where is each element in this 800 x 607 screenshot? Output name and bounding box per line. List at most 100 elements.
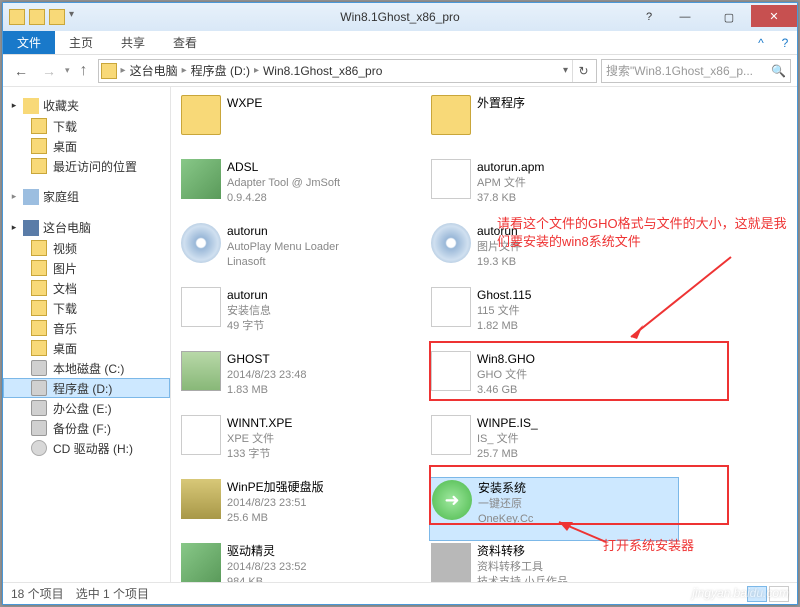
tab-view[interactable]: 查看 bbox=[159, 31, 211, 54]
file-name: autorun.apm bbox=[477, 159, 544, 176]
nav-drive-c[interactable]: 本地磁盘 (C:) bbox=[3, 358, 170, 378]
file-icon bbox=[181, 415, 221, 455]
ribbon-expand-icon[interactable]: ^ bbox=[749, 31, 773, 54]
file-icon bbox=[181, 95, 221, 135]
address-dropdown-icon[interactable]: ▾ bbox=[563, 65, 568, 76]
qat-dropdown-icon[interactable]: ▾ bbox=[69, 9, 74, 25]
refresh-button[interactable]: ↻ bbox=[572, 60, 594, 82]
explorer-window: ▾ Win8.1Ghost_x86_pro ? — ▢ ✕ 文件 主页 共享 查… bbox=[2, 2, 798, 605]
tab-home[interactable]: 主页 bbox=[55, 31, 107, 54]
nav-downloads[interactable]: 下载 bbox=[3, 116, 170, 136]
help-icon[interactable]: ? bbox=[773, 31, 797, 54]
nav-drive-d[interactable]: 程序盘 (D:) bbox=[3, 378, 170, 398]
qat-icon-2[interactable] bbox=[49, 9, 65, 25]
file-item[interactable]: WXPE bbox=[179, 93, 429, 157]
location-icon bbox=[101, 63, 117, 79]
file-item[interactable]: autorun.apm APM 文件 37.8 KB bbox=[429, 157, 679, 221]
file-icon bbox=[431, 543, 471, 582]
nav-recent[interactable]: 最近访问的位置 bbox=[3, 156, 170, 176]
maximize-button[interactable]: ▢ bbox=[707, 7, 751, 27]
file-meta: Adapter Tool @ JmSoft bbox=[227, 176, 340, 191]
file-item[interactable]: WinPE加强硬盘版 2014/8/23 23:51 25.6 MB bbox=[179, 477, 429, 541]
status-selected: 选中 1 个项目 bbox=[76, 585, 149, 602]
file-item[interactable]: 安装系统 一键还原 OneKey.Cc bbox=[429, 477, 679, 541]
file-item[interactable]: 外置程序 bbox=[429, 93, 679, 157]
file-icon bbox=[181, 543, 221, 582]
back-button[interactable]: ← bbox=[9, 59, 33, 83]
file-name: 资料转移 bbox=[477, 543, 568, 560]
nav-drive-f[interactable]: 备份盘 (F:) bbox=[3, 418, 170, 438]
file-item[interactable]: 资料转移 资料转移工具 技术支持 小兵作品 bbox=[429, 541, 679, 582]
file-item[interactable]: autorun 安装信息 49 字节 bbox=[179, 285, 429, 349]
nav-favorites[interactable]: ▸收藏夹 bbox=[3, 95, 170, 116]
file-item[interactable]: 驱动精灵 2014/8/23 23:52 984 KB bbox=[179, 541, 429, 582]
crumb-pc[interactable]: 这台电脑 bbox=[130, 62, 178, 79]
nav-toolbar: ← → ▾ ↑ ▸ 这台电脑 ▸ 程序盘 (D:) ▸ Win8.1Ghost_… bbox=[3, 55, 797, 87]
status-count: 18 个项目 bbox=[11, 585, 64, 602]
nav-downloads2[interactable]: 下载 bbox=[3, 298, 170, 318]
nav-homegroup[interactable]: ▸家庭组 bbox=[3, 186, 170, 207]
file-meta: 115 文件 bbox=[477, 304, 531, 319]
file-icon bbox=[431, 287, 471, 327]
file-meta: 2014/8/23 23:52 bbox=[227, 560, 307, 575]
crumb-folder[interactable]: Win8.1Ghost_x86_pro bbox=[263, 64, 382, 78]
file-item[interactable]: autorun 图片文件 19.3 KB bbox=[429, 221, 679, 285]
file-name: Ghost.115 bbox=[477, 287, 531, 304]
nav-desktop2[interactable]: 桌面 bbox=[3, 338, 170, 358]
file-meta: 资料转移工具 bbox=[477, 560, 568, 575]
nav-drive-e[interactable]: 办公盘 (E:) bbox=[3, 398, 170, 418]
nav-desktop[interactable]: 桌面 bbox=[3, 136, 170, 156]
close-button[interactable]: ✕ bbox=[751, 5, 797, 27]
file-name: autorun bbox=[227, 223, 339, 240]
file-item[interactable]: WINPE.IS_ IS_ 文件 25.7 MB bbox=[429, 413, 679, 477]
tab-share[interactable]: 共享 bbox=[107, 31, 159, 54]
file-name: WXPE bbox=[227, 95, 262, 112]
ribbon-tabs: 文件 主页 共享 查看 ^ ? bbox=[3, 31, 797, 55]
address-bar[interactable]: ▸ 这台电脑 ▸ 程序盘 (D:) ▸ Win8.1Ghost_x86_pro … bbox=[98, 59, 597, 83]
app-icon bbox=[9, 9, 25, 25]
file-meta: IS_ 文件 bbox=[477, 432, 538, 447]
crumb-drive[interactable]: 程序盘 (D:) bbox=[191, 62, 250, 79]
qat-icon-1[interactable] bbox=[29, 9, 45, 25]
file-name: Win8.GHO bbox=[477, 351, 535, 368]
file-meta: 49 字节 bbox=[227, 319, 271, 334]
file-name: WinPE加强硬盘版 bbox=[227, 479, 324, 496]
file-meta: 2014/8/23 23:51 bbox=[227, 496, 324, 511]
file-item[interactable]: Ghost.115 115 文件 1.82 MB bbox=[429, 285, 679, 349]
file-meta: 133 字节 bbox=[227, 447, 292, 462]
file-name: autorun bbox=[227, 287, 271, 304]
file-meta: GHO 文件 bbox=[477, 368, 535, 383]
nav-thispc[interactable]: ▸这台电脑 bbox=[3, 217, 170, 238]
up-button[interactable]: ↑ bbox=[74, 61, 94, 81]
file-meta: 984 KB bbox=[227, 575, 307, 582]
nav-drive-h[interactable]: CD 驱动器 (H:) bbox=[3, 438, 170, 458]
file-meta: 一键还原 bbox=[478, 497, 533, 512]
nav-documents[interactable]: 文档 bbox=[3, 278, 170, 298]
file-meta: 0.9.4.28 bbox=[227, 191, 340, 206]
forward-button: → bbox=[37, 59, 61, 83]
file-icon bbox=[181, 351, 221, 391]
file-item[interactable]: ADSL Adapter Tool @ JmSoft 0.9.4.28 bbox=[179, 157, 429, 221]
nav-videos[interactable]: 视频 bbox=[3, 238, 170, 258]
search-input[interactable]: 搜索"Win8.1Ghost_x86_p... 🔍 bbox=[601, 59, 791, 83]
file-meta: 安装信息 bbox=[227, 304, 271, 319]
nav-pictures[interactable]: 图片 bbox=[3, 258, 170, 278]
nav-music[interactable]: 音乐 bbox=[3, 318, 170, 338]
file-item[interactable]: WINNT.XPE XPE 文件 133 字节 bbox=[179, 413, 429, 477]
tab-file[interactable]: 文件 bbox=[3, 31, 55, 54]
file-item[interactable]: GHOST 2014/8/23 23:48 1.83 MB bbox=[179, 349, 429, 413]
file-name: 驱动精灵 bbox=[227, 543, 307, 560]
file-icon bbox=[181, 479, 221, 519]
file-name: 外置程序 bbox=[477, 95, 525, 112]
history-dropdown-icon[interactable]: ▾ bbox=[65, 65, 70, 76]
file-icon bbox=[181, 287, 221, 327]
watermark: jingyan.baidu.com bbox=[692, 586, 789, 600]
search-placeholder: 搜索"Win8.1Ghost_x86_p... bbox=[606, 62, 753, 79]
file-name: WINPE.IS_ bbox=[477, 415, 538, 432]
minimize-ribbon-button[interactable]: ? bbox=[635, 7, 663, 27]
file-name: 安装系统 bbox=[478, 480, 533, 497]
file-name: WINNT.XPE bbox=[227, 415, 292, 432]
minimize-button[interactable]: — bbox=[663, 7, 707, 27]
file-item[interactable]: autorun AutoPlay Menu Loader Linasoft bbox=[179, 221, 429, 285]
file-item[interactable]: Win8.GHO GHO 文件 3.46 GB bbox=[429, 349, 679, 413]
